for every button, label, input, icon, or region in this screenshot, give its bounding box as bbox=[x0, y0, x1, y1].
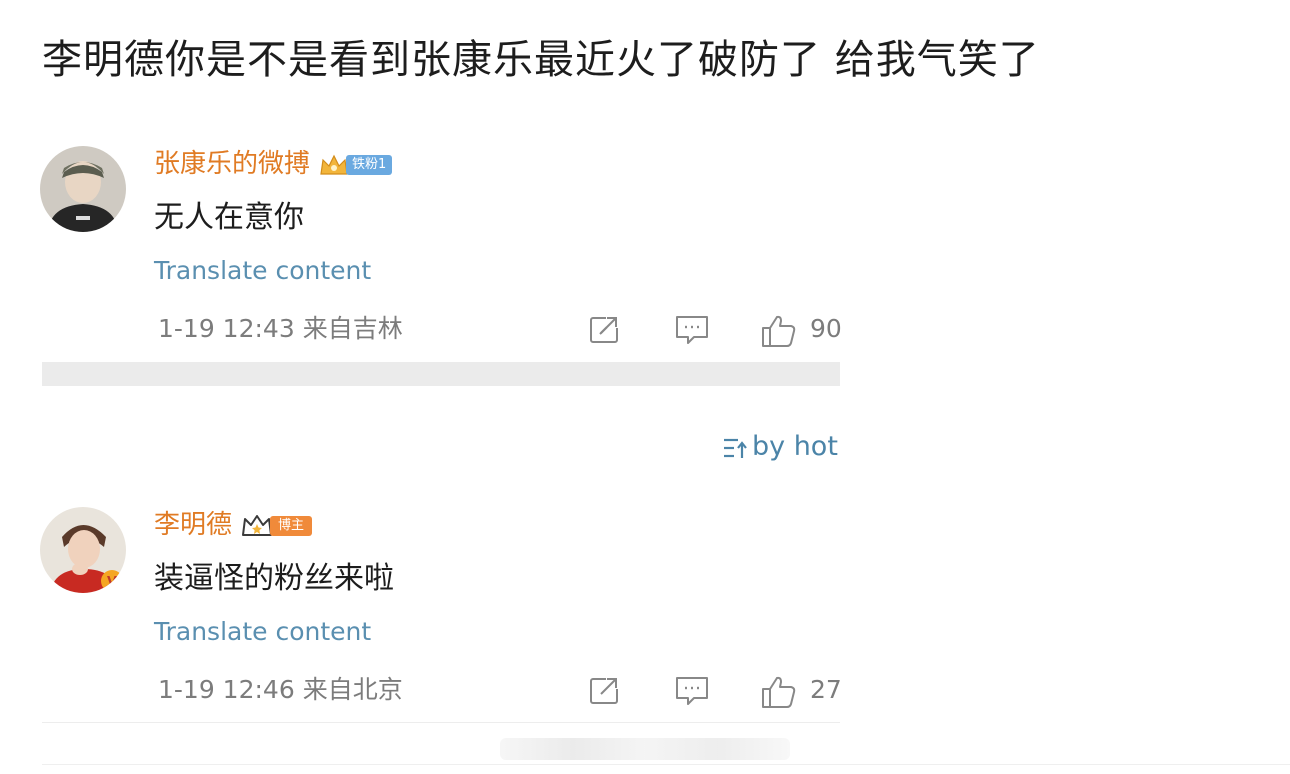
comment-meta: 1-19 12:46 来自北京 bbox=[158, 673, 403, 707]
sort-label: by hot bbox=[752, 431, 838, 462]
blurred-footer bbox=[500, 738, 790, 760]
thumbs-up-icon[interactable] bbox=[760, 675, 798, 709]
username[interactable]: 张康乐的微搏 铁粉1 bbox=[154, 146, 393, 182]
comment-location: 来自吉林 bbox=[302, 314, 403, 343]
comment-location: 来自北京 bbox=[302, 675, 403, 704]
share-icon[interactable] bbox=[588, 675, 622, 705]
like-count: 90 bbox=[810, 314, 842, 343]
comment-icon[interactable] bbox=[674, 675, 710, 707]
username-text[interactable]: 张康乐的微搏 bbox=[154, 149, 310, 179]
comment-divider bbox=[42, 722, 840, 723]
translate-link[interactable]: Translate content bbox=[154, 615, 371, 649]
comment-date: 1-19 12:46 bbox=[158, 675, 295, 704]
avatar[interactable]: V bbox=[40, 507, 126, 593]
avatar[interactable] bbox=[40, 146, 126, 232]
username[interactable]: 李明德 博主 bbox=[154, 507, 313, 543]
svg-text:V: V bbox=[107, 575, 117, 590]
translate-link[interactable]: Translate content bbox=[154, 254, 371, 288]
sort-by-hot-button[interactable]: by hot bbox=[722, 429, 838, 465]
section-divider bbox=[42, 362, 840, 386]
sort-icon bbox=[724, 438, 747, 458]
comment-meta: 1-19 12:43 来自吉林 bbox=[158, 312, 403, 346]
share-icon[interactable] bbox=[588, 314, 622, 344]
page-bottom-divider bbox=[42, 764, 1290, 765]
comment-date: 1-19 12:43 bbox=[158, 314, 295, 343]
blogger-badge: 博主 bbox=[270, 515, 313, 536]
like-count: 27 bbox=[810, 675, 842, 704]
blogger-badge-group: 博主 bbox=[240, 513, 313, 539]
fan-badge: 铁粉1 bbox=[346, 154, 393, 175]
post-title: 李明德你是不是看到张康乐最近火了破防了 给我气笑了 bbox=[42, 37, 1040, 83]
comment-text: 装逼怪的粉丝来啦 bbox=[154, 561, 394, 596]
username-text[interactable]: 李明德 bbox=[154, 510, 232, 540]
fan-badge-group: 铁粉1 bbox=[318, 152, 393, 178]
comment-icon[interactable] bbox=[674, 314, 710, 346]
comment-text: 无人在意你 bbox=[154, 200, 304, 235]
thumbs-up-icon[interactable] bbox=[760, 314, 798, 348]
crown-icon bbox=[242, 514, 273, 536]
